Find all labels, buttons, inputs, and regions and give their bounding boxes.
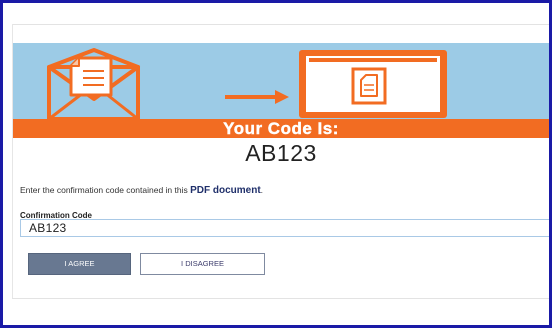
laptop-icon <box>281 50 466 126</box>
confirmation-code-display: AB123 <box>245 140 317 166</box>
disagree-button[interactable]: I DISAGREE <box>140 253 265 275</box>
top-divider <box>13 24 549 25</box>
confirmation-code-input[interactable] <box>20 219 549 237</box>
instruction-text: Enter the confirmation code contained in… <box>20 185 263 196</box>
arrow-right-icon <box>225 90 289 104</box>
code-heading: Your Code Is: <box>13 119 549 138</box>
instruction-suffix: . <box>260 185 264 195</box>
document-icon <box>69 56 113 97</box>
page-frame: Your Code Is: AB123 Enter the confirmati… <box>3 3 549 325</box>
pdf-document-link[interactable]: PDF document <box>190 185 261 196</box>
instruction-prefix: Enter the confirmation code contained in… <box>20 185 191 195</box>
agree-button[interactable]: I AGREE <box>28 253 131 275</box>
bottom-divider <box>12 298 549 299</box>
